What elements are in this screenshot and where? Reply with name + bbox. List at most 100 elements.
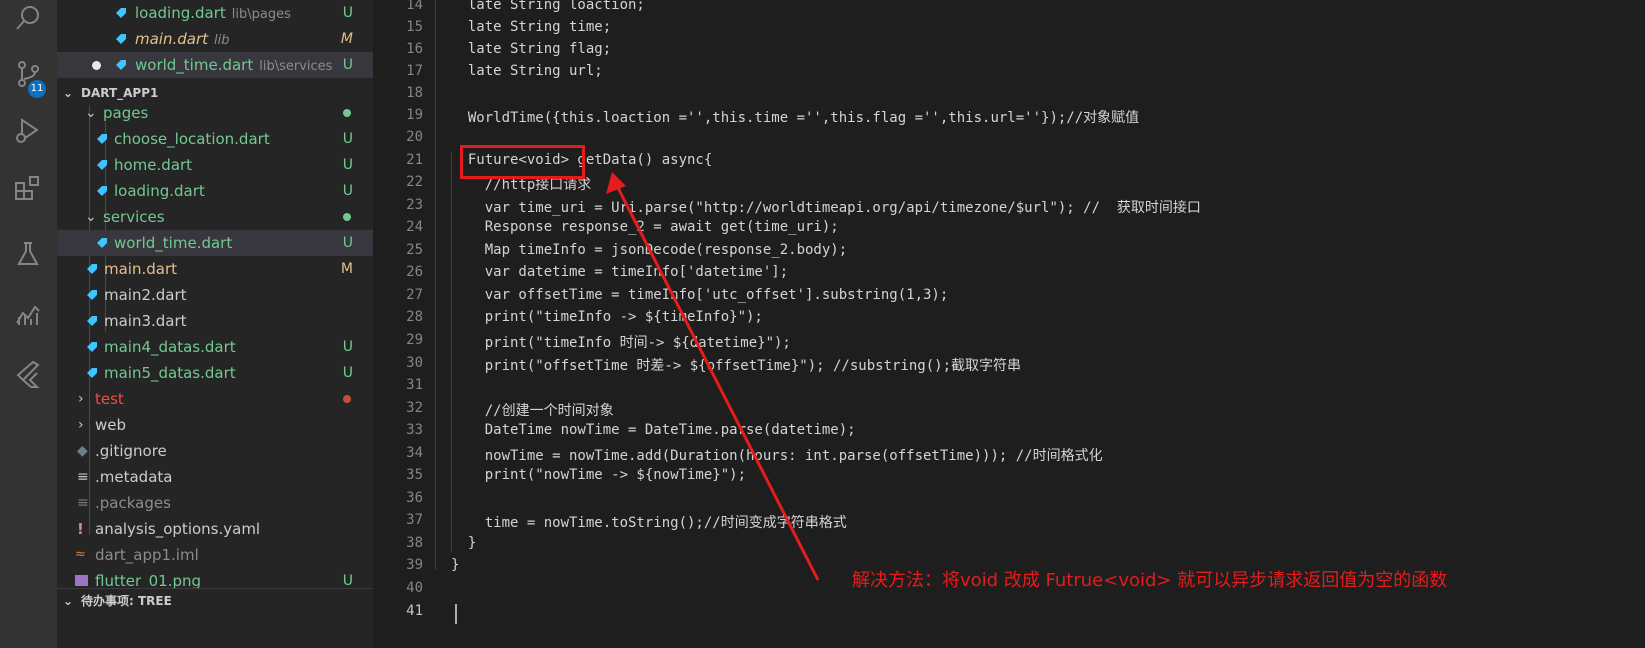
text-file-icon: ≡: [77, 469, 89, 485]
chevron-down-icon: ⌄: [85, 105, 97, 121]
line-number: 19: [406, 107, 423, 123]
annotation-text: 解决方法：将void 改成 Futrue<void> 就可以异步请求返回值为空的…: [852, 570, 1448, 591]
rss-file-icon: ≈: [75, 547, 86, 562]
chevron-right-icon: ›: [78, 391, 84, 407]
line-number: 36: [406, 490, 423, 506]
line-number: 39: [406, 557, 423, 573]
open-editor-item[interactable]: world_time.dart lib\services U: [57, 52, 373, 78]
code-line: late String flag;: [451, 41, 612, 57]
tree-item-file[interactable]: home.dart U: [57, 152, 373, 178]
code-line: //创建一个时间对象: [451, 403, 614, 419]
code-line: print("timeInfo -> ${timeInfo}");: [451, 309, 763, 325]
text-file-icon: ≡: [77, 495, 89, 511]
tree-item-file[interactable]: choose_location.dart U: [57, 126, 373, 152]
tree-item-folder[interactable]: ⌄ services: [57, 204, 373, 230]
line-number: 30: [406, 355, 423, 371]
git-status: U: [342, 131, 353, 147]
code-line: print("timeInfo 时间-> ${datetime}");: [451, 335, 791, 351]
line-number: 37: [406, 512, 423, 528]
code-editor[interactable]: 14 15 16 17 18 19 20 21 22 23 24 25 26 2…: [373, 0, 1645, 648]
testing-icon[interactable]: [10, 236, 46, 272]
tree-item-file[interactable]: main5_datas.dart U: [57, 360, 373, 386]
code-line: WorldTime({this.loaction ='',this.time =…: [451, 110, 1140, 126]
tree-item-label: main2.dart: [104, 286, 187, 304]
tree-item-file[interactable]: ≡ .metadata: [57, 464, 373, 490]
dart-file-icon: [87, 342, 97, 352]
git-status: U: [342, 235, 353, 251]
line-number: 29: [406, 332, 423, 348]
charts-icon[interactable]: [10, 296, 46, 332]
tree-item-file[interactable]: main4_datas.dart U: [57, 334, 373, 360]
code-line: print("nowTime -> ${nowTime}");: [451, 467, 747, 483]
open-editor-item[interactable]: loading.dart lib\pages U: [57, 0, 373, 26]
code-line: time = nowTime.toString();//时间变成字符串格式: [451, 515, 847, 531]
open-editor-name: world_time.dart: [135, 56, 254, 74]
code-line: nowTime = nowTime.add(Duration(hours: in…: [451, 448, 1103, 464]
search-icon[interactable]: [10, 0, 46, 36]
open-editor-item[interactable]: main.dart lib M: [57, 26, 373, 52]
code-line: late String loaction;: [451, 0, 645, 13]
code-line: }: [451, 535, 477, 551]
unsaved-dot-icon[interactable]: [92, 61, 101, 70]
status-dot: [343, 109, 351, 117]
line-number: 32: [406, 400, 423, 416]
run-debug-icon[interactable]: [10, 112, 46, 148]
tree-item-label: dart_app1.iml: [95, 546, 199, 564]
line-number: 21: [406, 152, 423, 168]
code-line: }: [451, 557, 460, 573]
extensions-icon[interactable]: [10, 170, 46, 206]
open-editor-name: main.dart: [135, 30, 209, 48]
open-editor-desc: lib: [214, 33, 230, 48]
dart-file-icon: [87, 368, 97, 378]
chevron-down-icon: ⌄: [63, 594, 74, 608]
tree-item-file[interactable]: main2.dart: [57, 282, 373, 308]
tree-item-file[interactable]: ≡ .packages: [57, 490, 373, 516]
tree-item-label: main4_datas.dart: [104, 338, 236, 356]
git-status: U: [342, 365, 353, 381]
git-file-icon: ◆: [77, 443, 88, 459]
tree-item-label: choose_location.dart: [114, 130, 270, 148]
tree-item-file[interactable]: main.dart M: [57, 256, 373, 282]
line-number: 15: [406, 19, 423, 35]
dart-file-icon: [97, 134, 107, 144]
tree-item-folder[interactable]: › web: [57, 412, 373, 438]
tree-item-label: .gitignore: [95, 442, 167, 460]
tree-item-file[interactable]: world_time.dart U: [57, 230, 373, 256]
activity-bar: 11: [0, 0, 57, 648]
tree-item-file[interactable]: ◆ .gitignore: [57, 438, 373, 464]
tree-item-folder[interactable]: › test: [57, 386, 373, 412]
tree-item-label: pages: [103, 104, 149, 122]
git-status: U: [342, 157, 353, 173]
chevron-right-icon: ›: [78, 417, 84, 433]
line-number: 14: [406, 0, 423, 13]
code-line: late String time;: [451, 19, 612, 35]
flutter-icon[interactable]: [10, 356, 46, 392]
tree-item-label: .packages: [95, 494, 171, 512]
highlight-box: [460, 145, 585, 179]
git-status: U: [342, 57, 353, 73]
git-status: U: [342, 5, 353, 21]
dart-file-icon: [87, 290, 97, 300]
tree-item-file[interactable]: main3.dart: [57, 308, 373, 334]
tree-item-file[interactable]: ≈ dart_app1.iml: [57, 542, 373, 568]
git-status: U: [342, 183, 353, 199]
tree-item-label: main3.dart: [104, 312, 187, 330]
open-editor-name: loading.dart: [135, 4, 226, 22]
code-line: Map timeInfo = jsonDecode(response_2.bod…: [451, 242, 848, 258]
tree-item-file[interactable]: ! analysis_options.yaml: [57, 516, 373, 542]
line-number: 18: [406, 85, 423, 101]
text-cursor: [455, 604, 457, 624]
explorer-sidebar: loading.dart lib\pages U main.dart lib M w…: [57, 0, 373, 648]
dart-file-icon: [116, 8, 126, 18]
line-number: 28: [406, 309, 423, 325]
dart-file-icon: [116, 60, 126, 70]
tree-item-folder[interactable]: ⌄ pages: [57, 100, 373, 126]
code-line: var offsetTime = timeInfo['utc_offset'].…: [451, 287, 949, 303]
open-editor-desc: lib\pages: [231, 7, 291, 22]
todo-section-header[interactable]: ⌄ 待办事项: TREE: [57, 588, 373, 613]
line-number: 16: [406, 41, 423, 57]
chevron-down-icon: ⌄: [85, 209, 97, 225]
yaml-file-icon: !: [77, 520, 84, 538]
line-number: 35: [406, 467, 423, 483]
tree-item-file[interactable]: loading.dart U: [57, 178, 373, 204]
